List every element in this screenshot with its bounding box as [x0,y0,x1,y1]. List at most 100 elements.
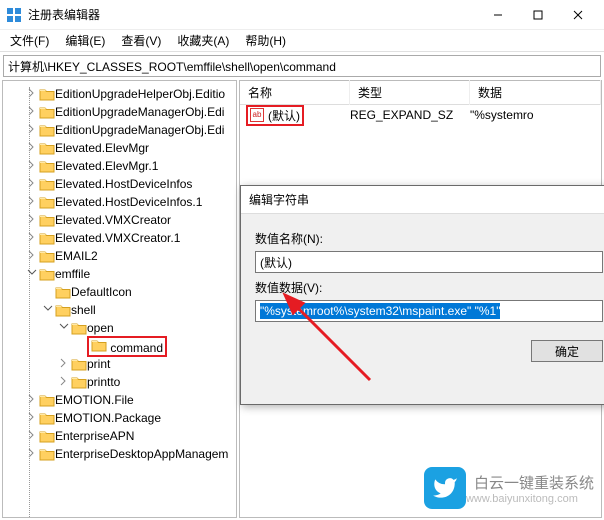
watermark-icon [424,467,466,509]
value-row[interactable]: ab (默认) REG_EXPAND_SZ "%systemro [240,105,601,125]
tree-twisty[interactable] [25,429,39,443]
menu-edit[interactable]: 编辑(E) [59,30,111,51]
edit-string-dialog: 编辑字符串 数值名称(N): 数值数据(V): "%systemroot%\sy… [240,185,604,405]
tree-item[interactable]: Elevated.ElevMgr.1 [3,157,236,175]
tree-twisty[interactable] [25,393,39,407]
tree-item[interactable]: printto [3,373,236,391]
tree-twisty[interactable] [25,105,39,119]
tree-item[interactable]: Elevated.ElevMgr [3,139,236,157]
value-type: REG_EXPAND_SZ [350,108,470,122]
tree-item[interactable]: Elevated.VMXCreator.1 [3,229,236,247]
value-name-input[interactable] [255,251,603,273]
tree-twisty[interactable] [57,357,71,371]
folder-icon [39,177,55,191]
tree-twisty[interactable] [25,231,39,245]
tree-twisty[interactable] [25,141,39,155]
folder-icon [71,321,87,335]
value-data: "%systemro [470,108,534,122]
tree-item[interactable]: EnterpriseDesktopAppManagem [3,445,236,463]
close-button[interactable] [558,0,598,30]
menu-file[interactable]: 文件(F) [4,30,55,51]
tree-twisty[interactable] [25,123,39,137]
value-data-input[interactable]: "%systemroot%\system32\mspaint.exe" "%1" [255,300,603,322]
tree-label: shell [71,303,96,317]
folder-icon [39,267,55,281]
col-type[interactable]: 类型 [350,80,470,105]
tree-twisty[interactable] [25,159,39,173]
tree-twisty[interactable] [41,303,55,317]
tree-twisty[interactable] [25,267,39,281]
maximize-button[interactable] [518,0,558,30]
tree-item[interactable]: DefaultIcon [3,283,236,301]
folder-icon [71,357,87,371]
menu-view[interactable]: 查看(V) [115,30,167,51]
tree-label: EMAIL2 [55,249,98,263]
tree-twisty[interactable] [25,447,39,461]
col-name[interactable]: 名称 [240,80,350,105]
app-icon [6,7,22,23]
minimize-button[interactable] [478,0,518,30]
folder-icon [39,213,55,227]
menubar: 文件(F) 编辑(E) 查看(V) 收藏夹(A) 帮助(H) [0,30,604,52]
tree-label: Elevated.ElevMgr.1 [55,159,158,173]
tree-item[interactable]: Elevated.VMXCreator [3,211,236,229]
tree-label: Elevated.HostDeviceInfos.1 [55,195,202,209]
watermark-url: www.baiyunxitong.com [466,493,594,505]
tree-twisty[interactable] [25,249,39,263]
tree-twisty[interactable] [25,195,39,209]
folder-icon [39,393,55,407]
folder-icon [55,303,71,317]
tree-twisty[interactable] [25,411,39,425]
maximize-icon [533,10,543,20]
address-bar[interactable]: 计算机\HKEY_CLASSES_ROOT\emffile\shell\open… [3,55,601,77]
tree-item[interactable]: open [3,319,236,337]
tree-label: EditionUpgradeManagerObj.Edi [55,123,224,137]
tree-twisty[interactable] [25,87,39,101]
tree-item[interactable]: shell [3,301,236,319]
folder-icon [39,429,55,443]
tree-twisty[interactable] [25,177,39,191]
value-data-label: 数值数据(V): [255,279,603,296]
value-data-text: "%systemroot%\system32\mspaint.exe" "%1" [260,303,500,319]
tree-label: open [87,321,114,335]
tree-item[interactable]: Elevated.HostDeviceInfos [3,175,236,193]
tree-item[interactable]: EditionUpgradeManagerObj.Edi [3,103,236,121]
folder-icon [39,249,55,263]
menu-help[interactable]: 帮助(H) [239,30,292,51]
tree-label: Elevated.VMXCreator.1 [55,231,180,245]
tree-label: print [87,357,110,371]
value-name: (默认) [268,107,300,124]
folder-icon [39,159,55,173]
titlebar: 注册表编辑器 [0,0,604,30]
tree-item[interactable]: EditionUpgradeHelperObj.Editio [3,85,236,103]
folder-icon [39,447,55,461]
folder-icon [39,141,55,155]
tree-label: EnterpriseAPN [55,429,134,443]
value-name-label: 数值名称(N): [255,230,603,247]
tree-twisty[interactable] [57,321,71,335]
tree-item[interactable]: print [3,355,236,373]
tree-label: EditionUpgradeManagerObj.Edi [55,105,224,119]
close-icon [573,10,583,20]
col-data[interactable]: 数据 [470,80,601,105]
tree-twisty[interactable] [57,375,71,389]
ok-button[interactable]: 确定 [531,340,603,362]
menu-favorites[interactable]: 收藏夹(A) [171,30,235,51]
tree-item[interactable]: Elevated.HostDeviceInfos.1 [3,193,236,211]
dialog-title: 编辑字符串 [241,186,604,214]
folder-icon [39,87,55,101]
tree-item[interactable]: EMOTION.Package [3,409,236,427]
tree-item[interactable]: EnterpriseAPN [3,427,236,445]
watermark: 白云一键重装系统 www.baiyunxitong.com [424,467,594,509]
tree-item[interactable]: emffile [3,265,236,283]
folder-icon [39,411,55,425]
tree-item[interactable]: EMOTION.File [3,391,236,409]
tree-item[interactable]: EMAIL2 [3,247,236,265]
tree-twisty[interactable] [25,213,39,227]
tree-item[interactable]: EditionUpgradeManagerObj.Edi [3,121,236,139]
string-icon: ab [250,108,264,122]
tree-item[interactable]: command [3,337,236,355]
folder-icon [39,105,55,119]
tree-label: EditionUpgradeHelperObj.Editio [55,87,225,101]
tree-pane[interactable]: EditionUpgradeHelperObj.Editio EditionUp… [2,80,237,518]
